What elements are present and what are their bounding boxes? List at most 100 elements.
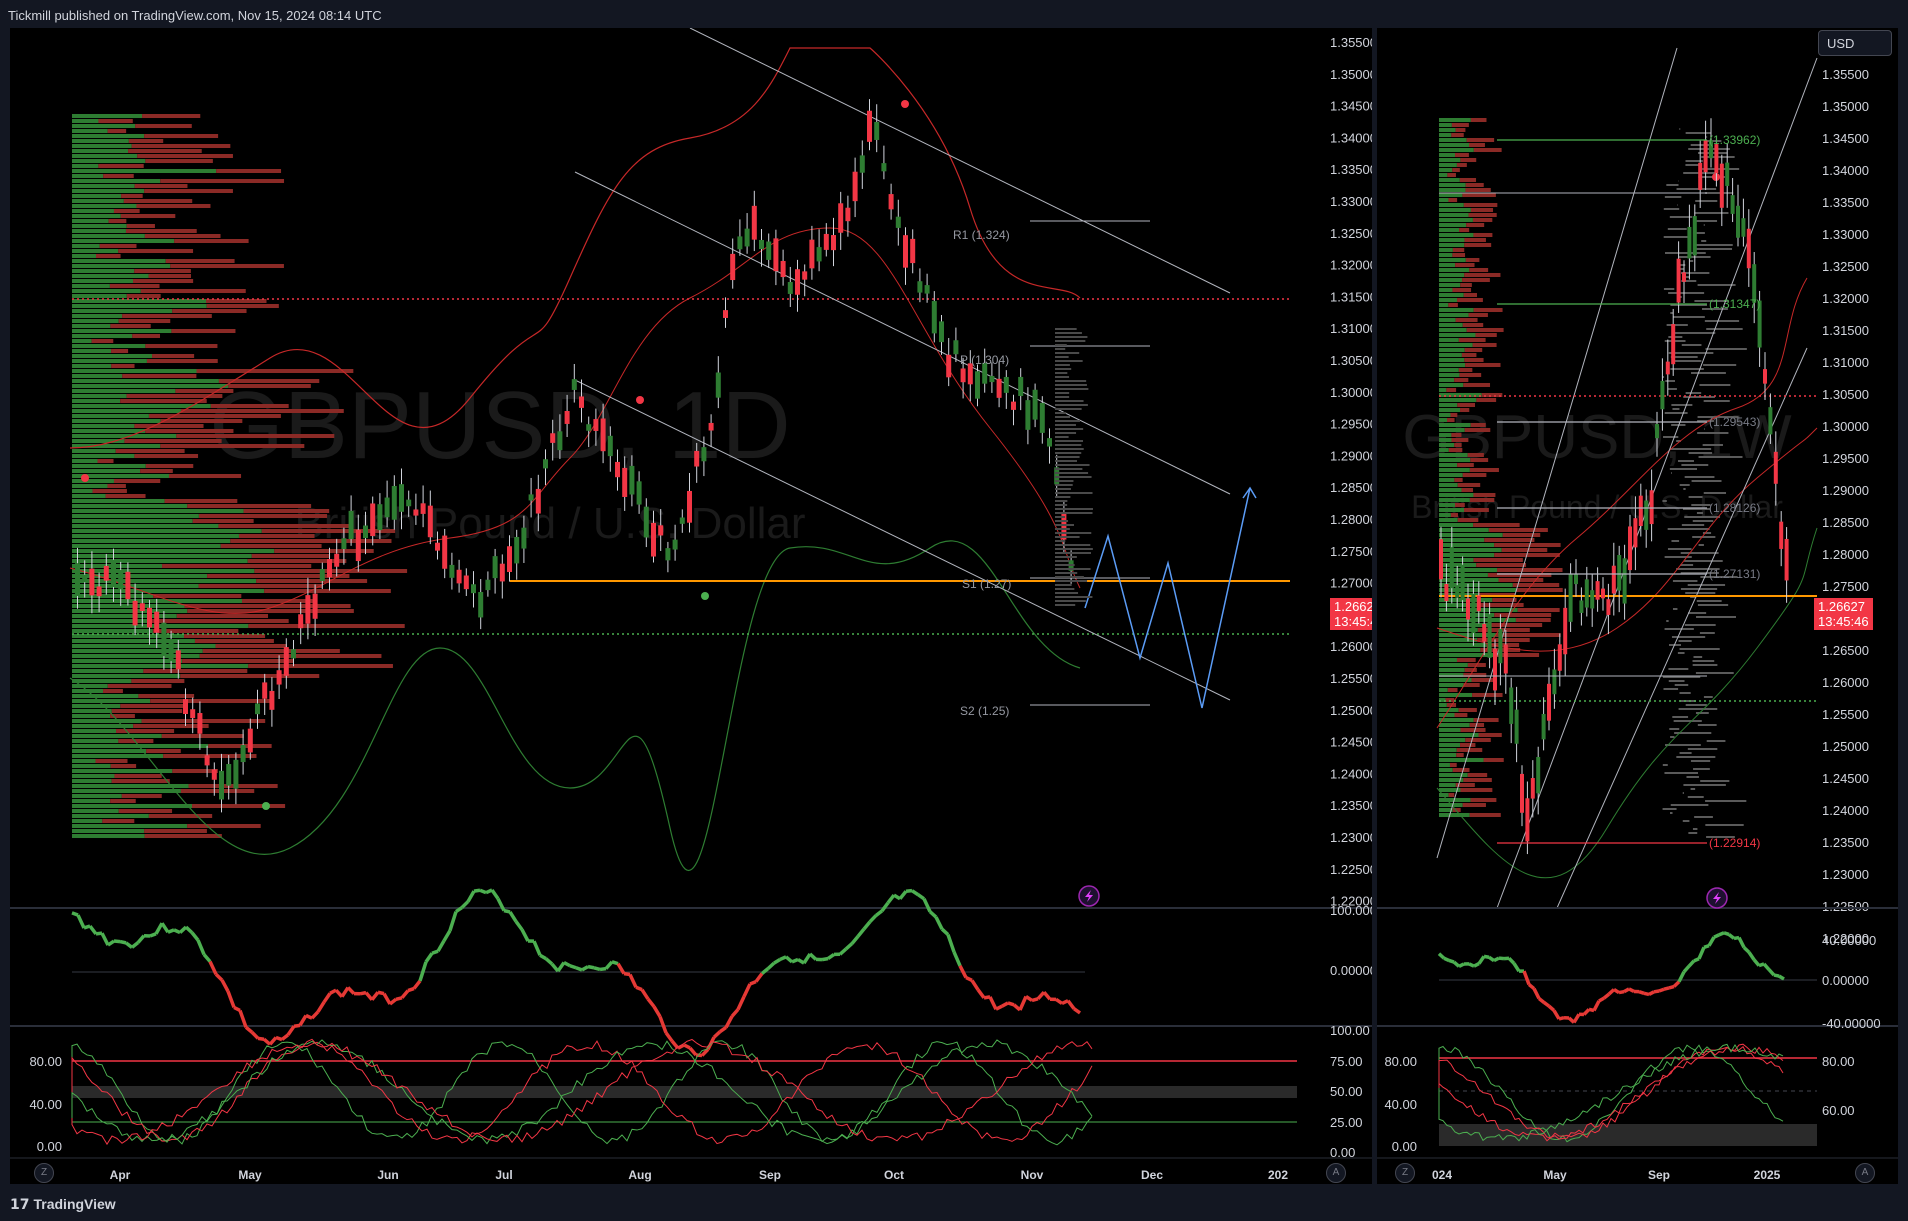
osc1-line-seg <box>1042 991 1052 1001</box>
osc1-line-seg <box>1018 995 1028 1011</box>
osc1-axis-label: 0.00000 <box>1822 973 1869 988</box>
volume-bar-up <box>1439 548 1502 552</box>
volume-bar-down <box>161 734 244 738</box>
time-axis-label: Apr <box>110 1168 131 1182</box>
left-chart-canvas[interactable]: GBPUSD, 1D British Pound / U.S. Dollar 1… <box>10 28 1372 1184</box>
candle-body <box>780 260 786 278</box>
right-z-button[interactable]: Z <box>1395 1163 1415 1183</box>
price-axis-label: 1.25000 <box>1822 739 1869 754</box>
session-volume-bar <box>1697 432 1729 434</box>
lightning-icon[interactable] <box>1706 887 1728 909</box>
volume-bar-up <box>1439 588 1517 592</box>
candle-body <box>1671 324 1676 365</box>
osc1-line-seg <box>1532 987 1541 1000</box>
volume-bar-up <box>72 799 111 803</box>
volume-bar-up <box>72 529 262 533</box>
volume-bar-up <box>1439 558 1474 562</box>
volume-bar-up <box>1439 448 1449 452</box>
candle-body <box>427 505 433 538</box>
volume-bar-up <box>1439 623 1490 627</box>
volume-bar-up <box>72 449 116 453</box>
osc1-line-seg <box>407 986 415 993</box>
osc1-line-seg <box>742 983 752 998</box>
volume-bar-up <box>72 294 127 298</box>
volume-bar-down <box>1466 328 1504 332</box>
currency-button[interactable]: USD <box>1818 30 1892 56</box>
session-volume-bar <box>1701 240 1707 242</box>
candle-body <box>1725 162 1730 186</box>
volume-bar-up <box>72 624 249 628</box>
right-countdown: 13:45:46 <box>1818 614 1869 629</box>
volume-bar-down <box>192 519 254 523</box>
session-volume-bar <box>1055 512 1093 514</box>
session-volume-bar <box>1055 336 1088 338</box>
volume-bar-down <box>1452 253 1466 257</box>
session-volume-bar <box>1669 468 1697 470</box>
candle-body <box>1557 644 1562 671</box>
volume-bar-down <box>111 709 183 713</box>
volume-bar-up <box>72 814 149 818</box>
time-axis-label: Jul <box>495 1168 512 1182</box>
session-volume-bar <box>1691 504 1711 506</box>
session-volume-bar <box>1669 728 1680 730</box>
volume-bar-down <box>92 489 127 493</box>
candle-body <box>874 121 880 140</box>
session-volume-bar <box>1702 444 1723 446</box>
osc2-left-axis-label: 40.00 <box>1384 1097 1417 1112</box>
osc1-line-seg <box>599 966 607 972</box>
osc1-line-seg <box>1752 958 1761 967</box>
volume-bar-down <box>230 539 392 543</box>
volume-bar-down <box>1465 188 1491 192</box>
osc1-line-seg <box>797 957 805 965</box>
osc1-line-seg <box>1703 944 1710 949</box>
tradingview-logo[interactable]: 17 TradingView <box>10 1196 116 1213</box>
candle-body <box>1741 218 1746 237</box>
volume-bar-up <box>72 569 255 573</box>
volume-bar-up <box>1439 538 1485 542</box>
left-z-button[interactable]: Z <box>34 1163 54 1183</box>
candle-body <box>1520 773 1524 813</box>
right-chart-pane[interactable]: GBPUSD, 1W British Pound / U.S. Dollar 1… <box>1377 28 1898 1184</box>
session-volume-bar <box>1669 216 1693 218</box>
candle-body <box>139 603 145 612</box>
volume-bar-down <box>180 409 344 413</box>
volume-bar-up <box>1439 283 1461 287</box>
candle-body <box>759 239 764 250</box>
right-last-price: 1.26627 <box>1818 599 1865 614</box>
volume-bar-up <box>72 374 123 378</box>
volume-bar-down <box>1464 428 1491 432</box>
lightning-icon[interactable] <box>1078 885 1100 907</box>
volume-bar-up <box>72 754 164 758</box>
volume-bar-up <box>1439 158 1461 162</box>
volume-bar-down <box>1455 128 1466 132</box>
candle-body <box>1460 564 1465 601</box>
session-volume-bar <box>1055 356 1069 358</box>
session-volume-bar <box>1692 536 1716 538</box>
candle-body <box>845 207 851 222</box>
session-volume-bar <box>1705 192 1734 194</box>
volume-bar-up <box>72 244 100 248</box>
volume-bar-down <box>108 219 127 223</box>
volume-bar-up <box>1439 418 1448 422</box>
volume-bar-up <box>1439 203 1464 207</box>
candle-body <box>1509 687 1514 724</box>
volume-bar-up <box>1439 248 1453 252</box>
volume-bar-down <box>98 164 144 168</box>
volume-bar-down <box>1450 413 1458 417</box>
session-volume-bar <box>1699 384 1731 386</box>
left-chart-pane[interactable]: GBPUSD, 1D British Pound / U.S. Dollar 1… <box>10 28 1372 1184</box>
session-volume-bar <box>1703 224 1705 226</box>
candle-body <box>1633 518 1638 548</box>
candle-body <box>910 238 916 264</box>
volume-bar-up <box>1439 523 1474 527</box>
volume-bar-down <box>135 124 192 128</box>
candle-body <box>1047 438 1052 447</box>
right-a-button[interactable]: A <box>1855 1163 1875 1183</box>
candle-body <box>226 764 232 786</box>
left-a-button[interactable]: A <box>1326 1163 1346 1183</box>
session-volume-bar <box>1055 548 1093 550</box>
candle-body <box>478 592 484 618</box>
volume-bar-up <box>1439 153 1456 157</box>
fib-label: (1.31347) <box>1709 297 1760 311</box>
session-volume-bar <box>1703 400 1730 402</box>
